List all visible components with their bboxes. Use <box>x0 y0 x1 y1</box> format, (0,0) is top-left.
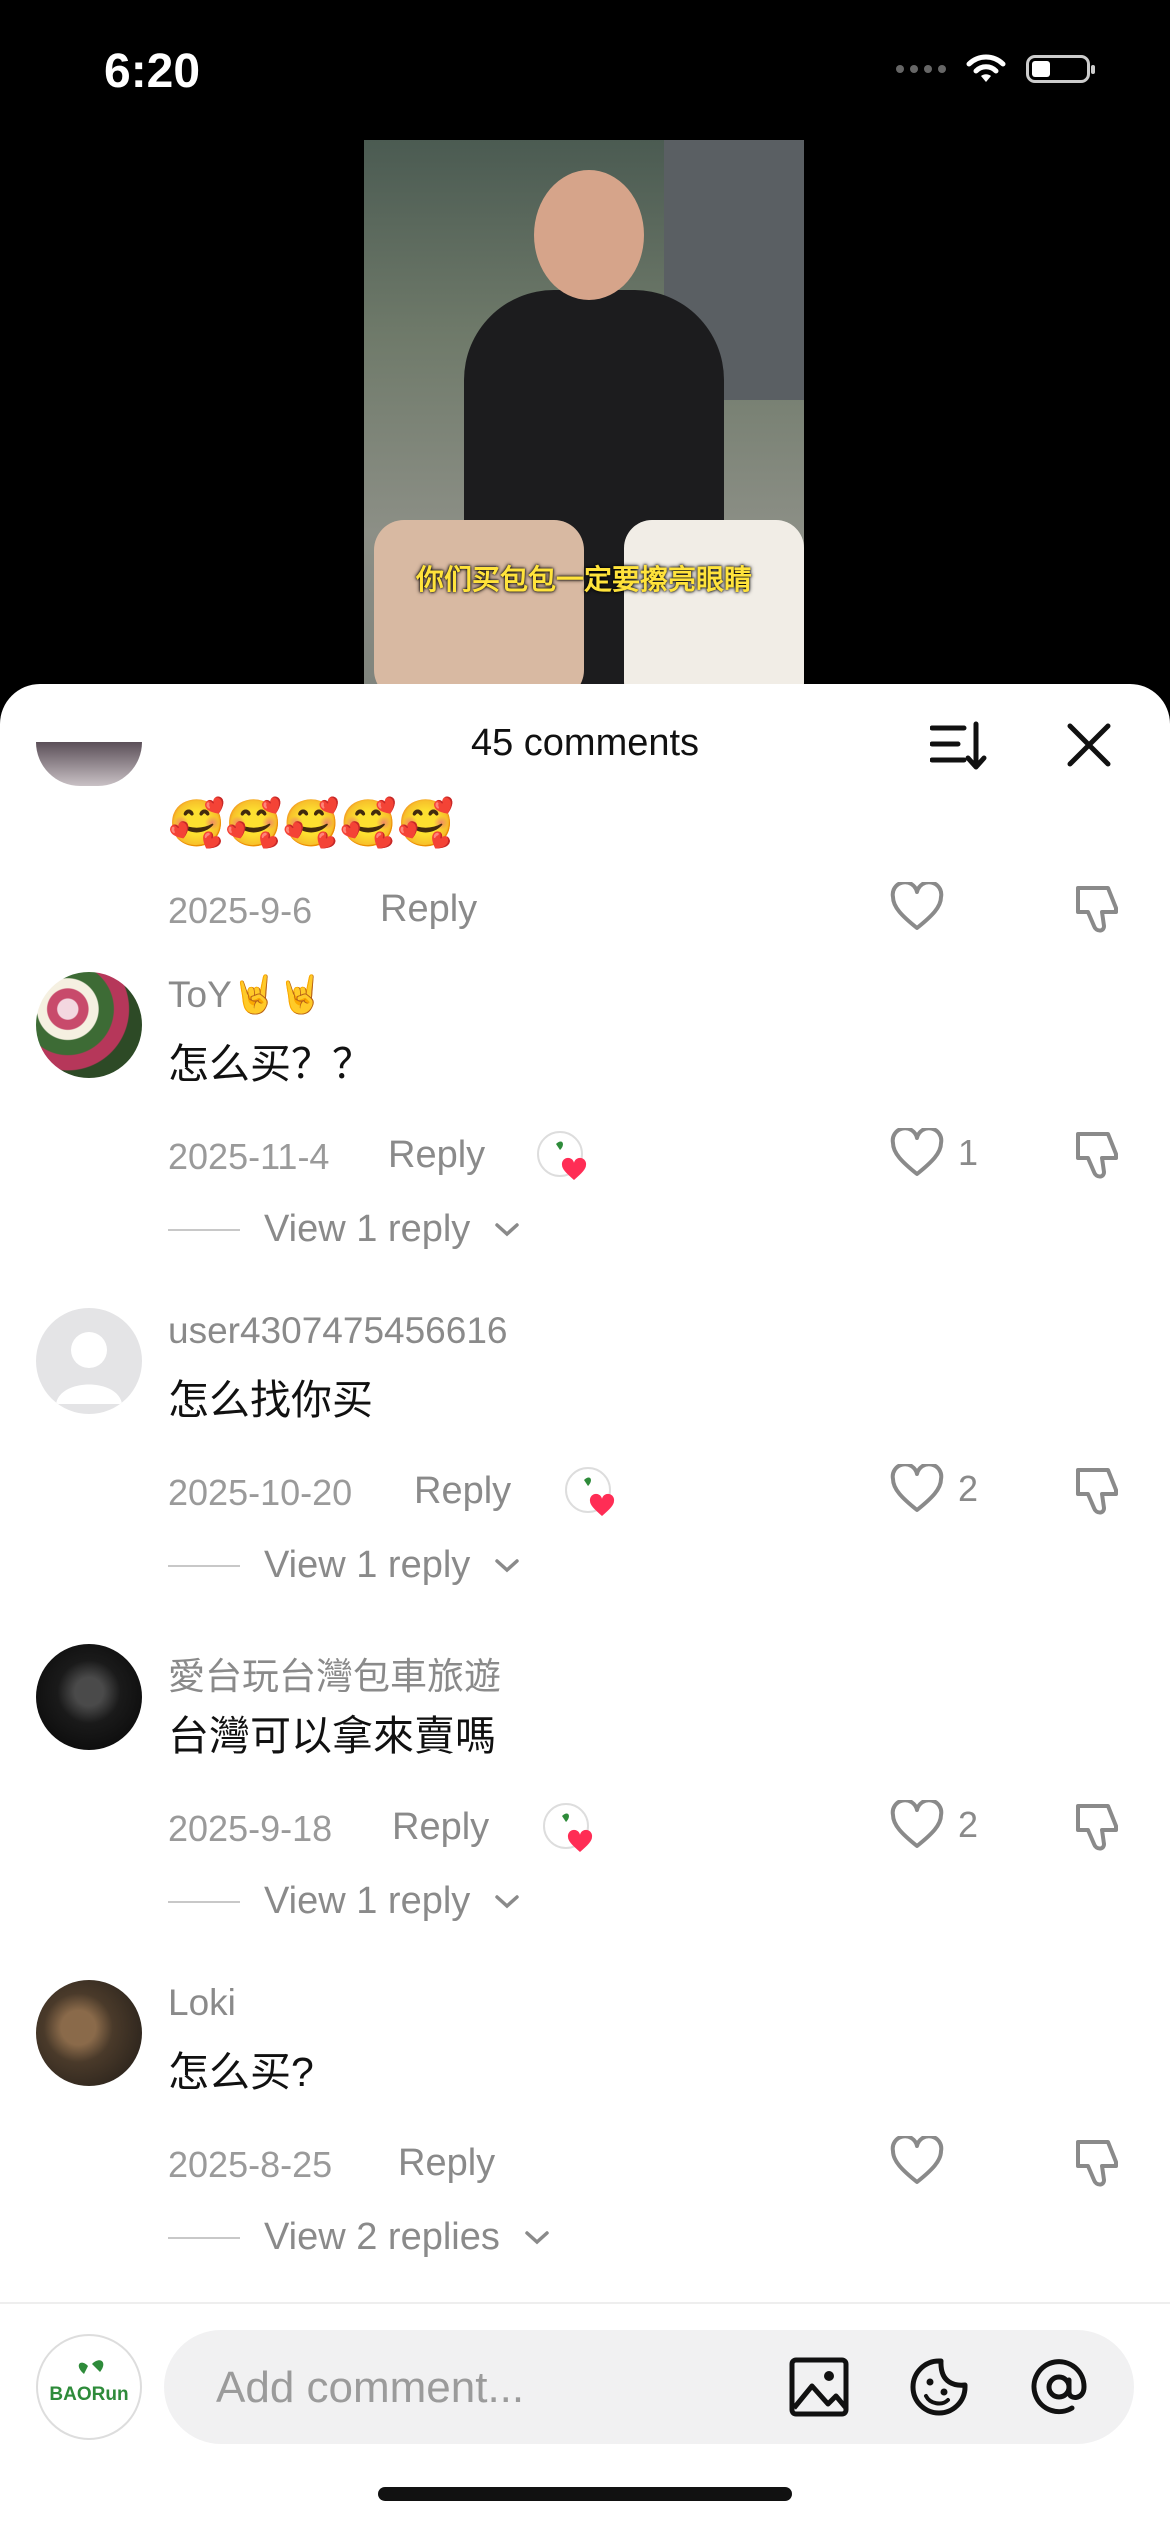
reply-button[interactable]: Reply <box>398 2142 495 2185</box>
heart-icon <box>890 1128 944 1176</box>
comment-date: 2025-10-20 <box>168 1472 353 1513</box>
chevron-down-icon <box>495 1222 520 1236</box>
image-icon[interactable] <box>788 2356 850 2418</box>
cellular-signal-icon <box>896 65 946 73</box>
creator-liked-icon <box>565 1467 615 1516</box>
dislike-icon[interactable] <box>1072 882 1126 936</box>
battery-level <box>1032 61 1050 77</box>
heart-icon <box>890 2136 944 2184</box>
dislike-icon[interactable] <box>1072 2136 1126 2190</box>
reply-button[interactable]: Reply <box>414 1470 511 1513</box>
status-time: 6:20 <box>104 45 201 98</box>
comment-date: 2025-8-25 <box>168 2144 333 2185</box>
like-count: 2 <box>958 1468 979 1509</box>
video-bag-left <box>374 520 584 700</box>
chevron-down-icon <box>495 1894 520 1908</box>
avatar[interactable] <box>36 1308 142 1414</box>
avatar[interactable] <box>36 972 142 1078</box>
dislike-icon[interactable] <box>1072 1800 1126 1854</box>
reply-button[interactable]: Reply <box>392 1806 489 1849</box>
like-count: 1 <box>958 1132 979 1173</box>
view-replies-button[interactable]: View 1 reply <box>168 1544 520 1587</box>
dislike-icon[interactable] <box>1072 1128 1126 1182</box>
comment-username[interactable]: Loki <box>168 1982 236 2024</box>
comment-text: 怎么找你买 <box>168 1377 373 1423</box>
like-button[interactable]: 2 <box>890 1464 978 1514</box>
divider <box>168 1564 240 1567</box>
comments-sheet: 45 comments 🥰🥰🥰🥰🥰 2025-9-6 Reply ToY🤘🤘 怎… <box>0 684 1170 2532</box>
like-button[interactable] <box>890 2136 958 2186</box>
divider <box>168 1228 240 1231</box>
close-icon[interactable] <box>1066 722 1112 768</box>
like-count: 2 <box>958 1804 979 1845</box>
view-replies-button[interactable]: View 1 reply <box>168 1208 520 1251</box>
comment-date: 2025-9-6 <box>168 890 313 931</box>
reply-button[interactable]: Reply <box>388 1134 485 1177</box>
view-replies-button[interactable]: View 2 replies <box>168 2216 550 2259</box>
video-bag-right <box>624 520 804 700</box>
comment-username[interactable]: ToY🤘🤘 <box>168 974 324 1017</box>
video-preview[interactable]: 你们买包包一定要擦亮眼睛 <box>364 140 804 700</box>
mention-icon[interactable] <box>1028 2356 1090 2418</box>
comment-text: 🥰🥰🥰🥰🥰 <box>168 797 455 849</box>
comment-date: 2025-9-18 <box>168 1808 333 1849</box>
heart-icon <box>890 1800 944 1848</box>
avatar[interactable] <box>36 1980 142 2086</box>
dislike-icon[interactable] <box>1072 1464 1126 1518</box>
creator-liked-icon <box>537 1131 587 1180</box>
comment-username[interactable]: 愛台玩台灣包車旅遊 <box>168 1646 501 1700</box>
home-indicator <box>378 2487 792 2501</box>
comment-date: 2025-11-4 <box>168 1136 330 1177</box>
like-button[interactable]: 2 <box>890 1800 978 1850</box>
comment-text: 怎么买？？ <box>168 1041 373 1087</box>
brand-logo-icon: BAORun <box>49 2360 129 2405</box>
chevron-down-icon <box>495 1558 520 1572</box>
heart-icon <box>890 882 944 930</box>
sort-icon[interactable] <box>930 718 988 772</box>
video-person-head <box>534 170 644 300</box>
comment-text: 怎么买? <box>168 2049 314 2095</box>
view-replies-label: View 2 replies <box>264 2216 500 2258</box>
view-replies-label: View 1 reply <box>264 1880 471 1922</box>
status-icons <box>896 52 1095 86</box>
comments-count-title: 45 comments <box>470 722 700 764</box>
divider <box>168 1900 240 1903</box>
view-replies-label: View 1 reply <box>264 1208 471 1250</box>
chevron-down-icon <box>525 2230 549 2244</box>
comment-username[interactable]: user4307475456616 <box>168 1310 508 1352</box>
like-button[interactable]: 1 <box>890 1128 978 1178</box>
comment-input[interactable] <box>214 2330 718 2446</box>
wifi-icon <box>966 54 1006 82</box>
like-button[interactable] <box>890 882 958 932</box>
default-avatar-icon <box>56 1332 122 1404</box>
heart-icon <box>890 1464 944 1512</box>
brand-logo-text: BAORun <box>49 2384 128 2405</box>
battery-icon <box>1026 55 1095 83</box>
comment-text: 台灣可以拿來賣嗎 <box>168 1713 496 1759</box>
status-bar: 6:20 <box>0 0 1170 140</box>
add-comment-field[interactable] <box>164 2330 1134 2446</box>
reply-button[interactable]: Reply <box>380 888 477 931</box>
divider <box>168 2236 240 2239</box>
creator-liked-icon <box>543 1803 593 1852</box>
sticker-icon[interactable] <box>908 2356 970 2418</box>
view-replies-label: View 1 reply <box>264 1544 471 1586</box>
video-caption: 你们买包包一定要擦亮眼睛 <box>415 564 752 595</box>
avatar[interactable] <box>36 1644 142 1750</box>
view-replies-button[interactable]: View 1 reply <box>168 1880 520 1923</box>
comments-header: 45 comments <box>0 684 1170 802</box>
my-avatar[interactable]: BAORun <box>36 2334 142 2440</box>
